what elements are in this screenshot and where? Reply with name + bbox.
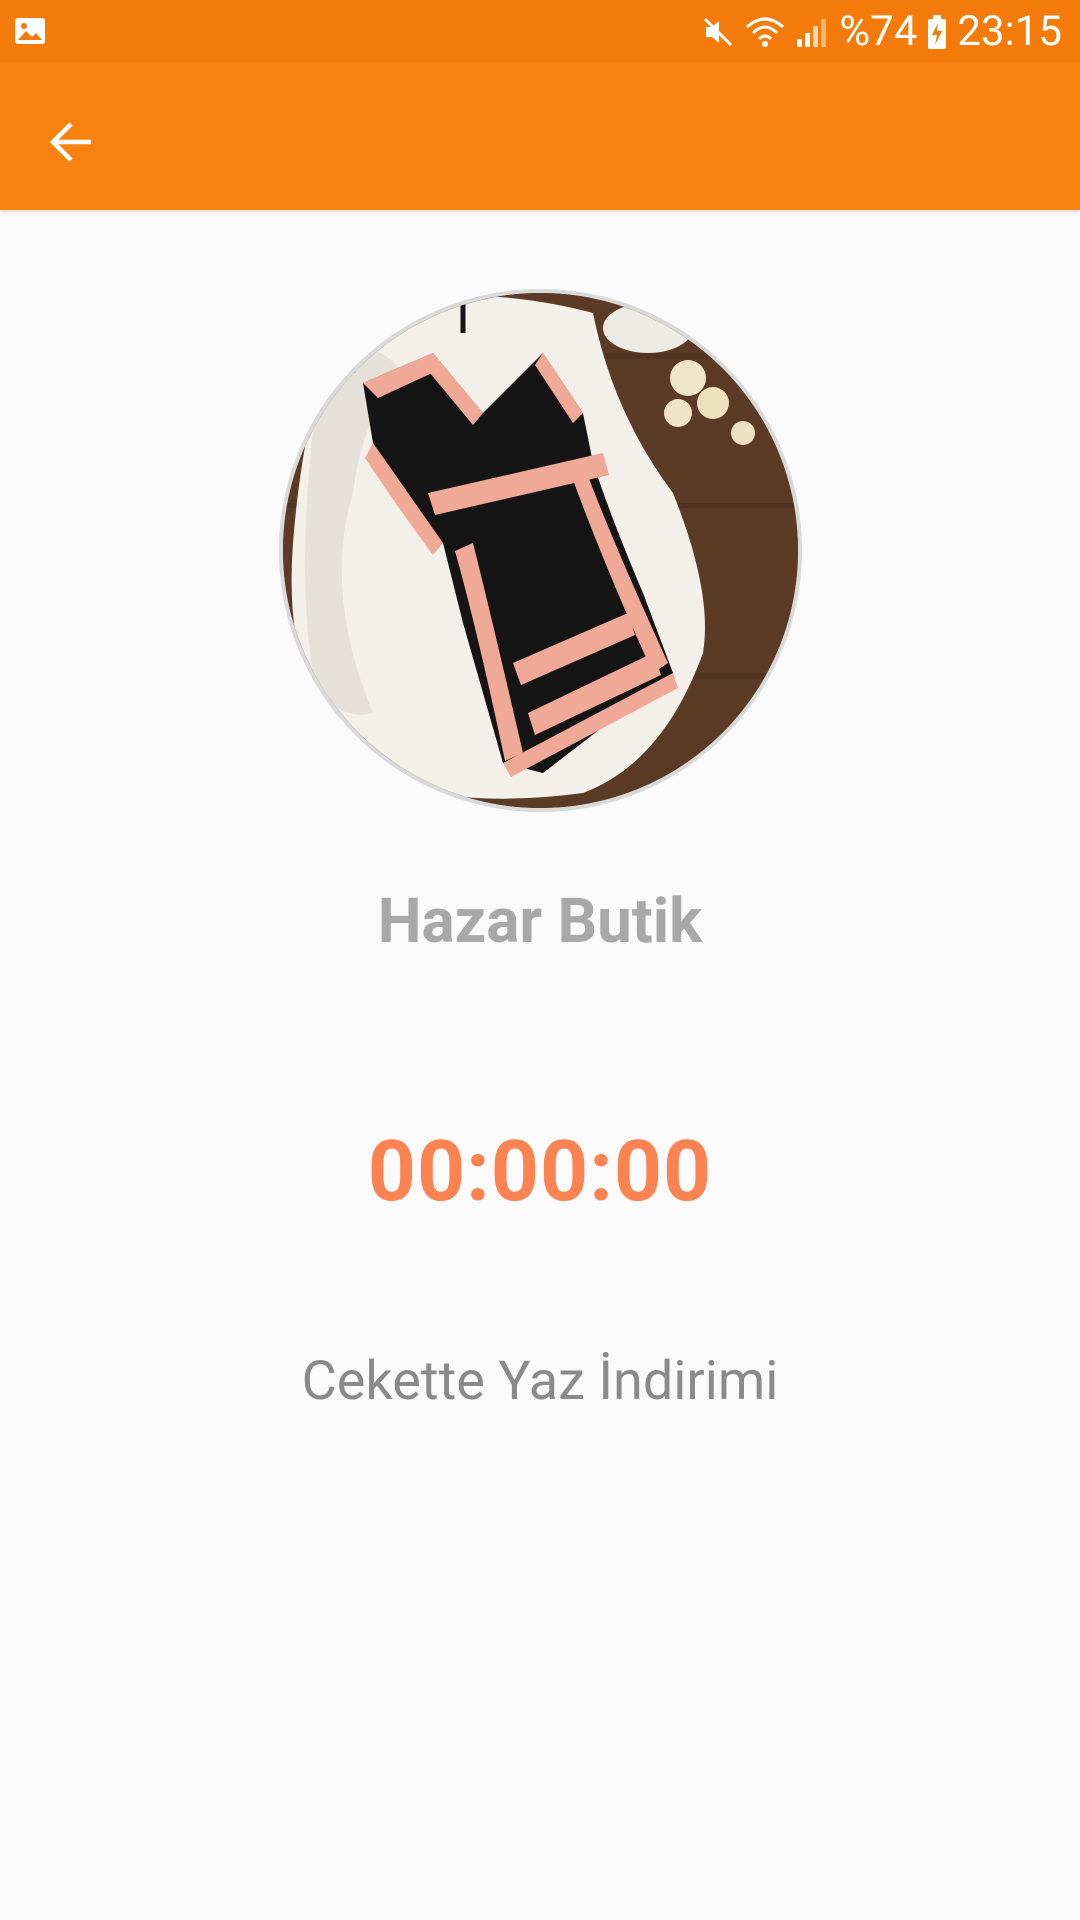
back-button[interactable] [26,99,116,189]
app-bar [0,63,1080,210]
dress-photo [283,293,798,808]
campaign-title: Cekette Yaz İndirimi [301,1350,779,1413]
wifi-icon [745,15,785,49]
battery-text: %74 [839,6,918,56]
status-icons: %74 23:15 [701,0,1062,63]
shop-name: Hazar Butik [377,885,703,958]
countdown-timer: 00:00:00 [367,1122,713,1221]
arrow-back-icon [47,118,95,170]
status-time: 23:15 [957,6,1062,56]
mute-icon [701,15,735,49]
signal-icon [795,15,829,49]
status-bar: %74 23:15 [0,0,1080,63]
shop-image [279,289,802,812]
image-notification-icon [14,15,46,47]
battery-charging-icon [927,14,947,50]
